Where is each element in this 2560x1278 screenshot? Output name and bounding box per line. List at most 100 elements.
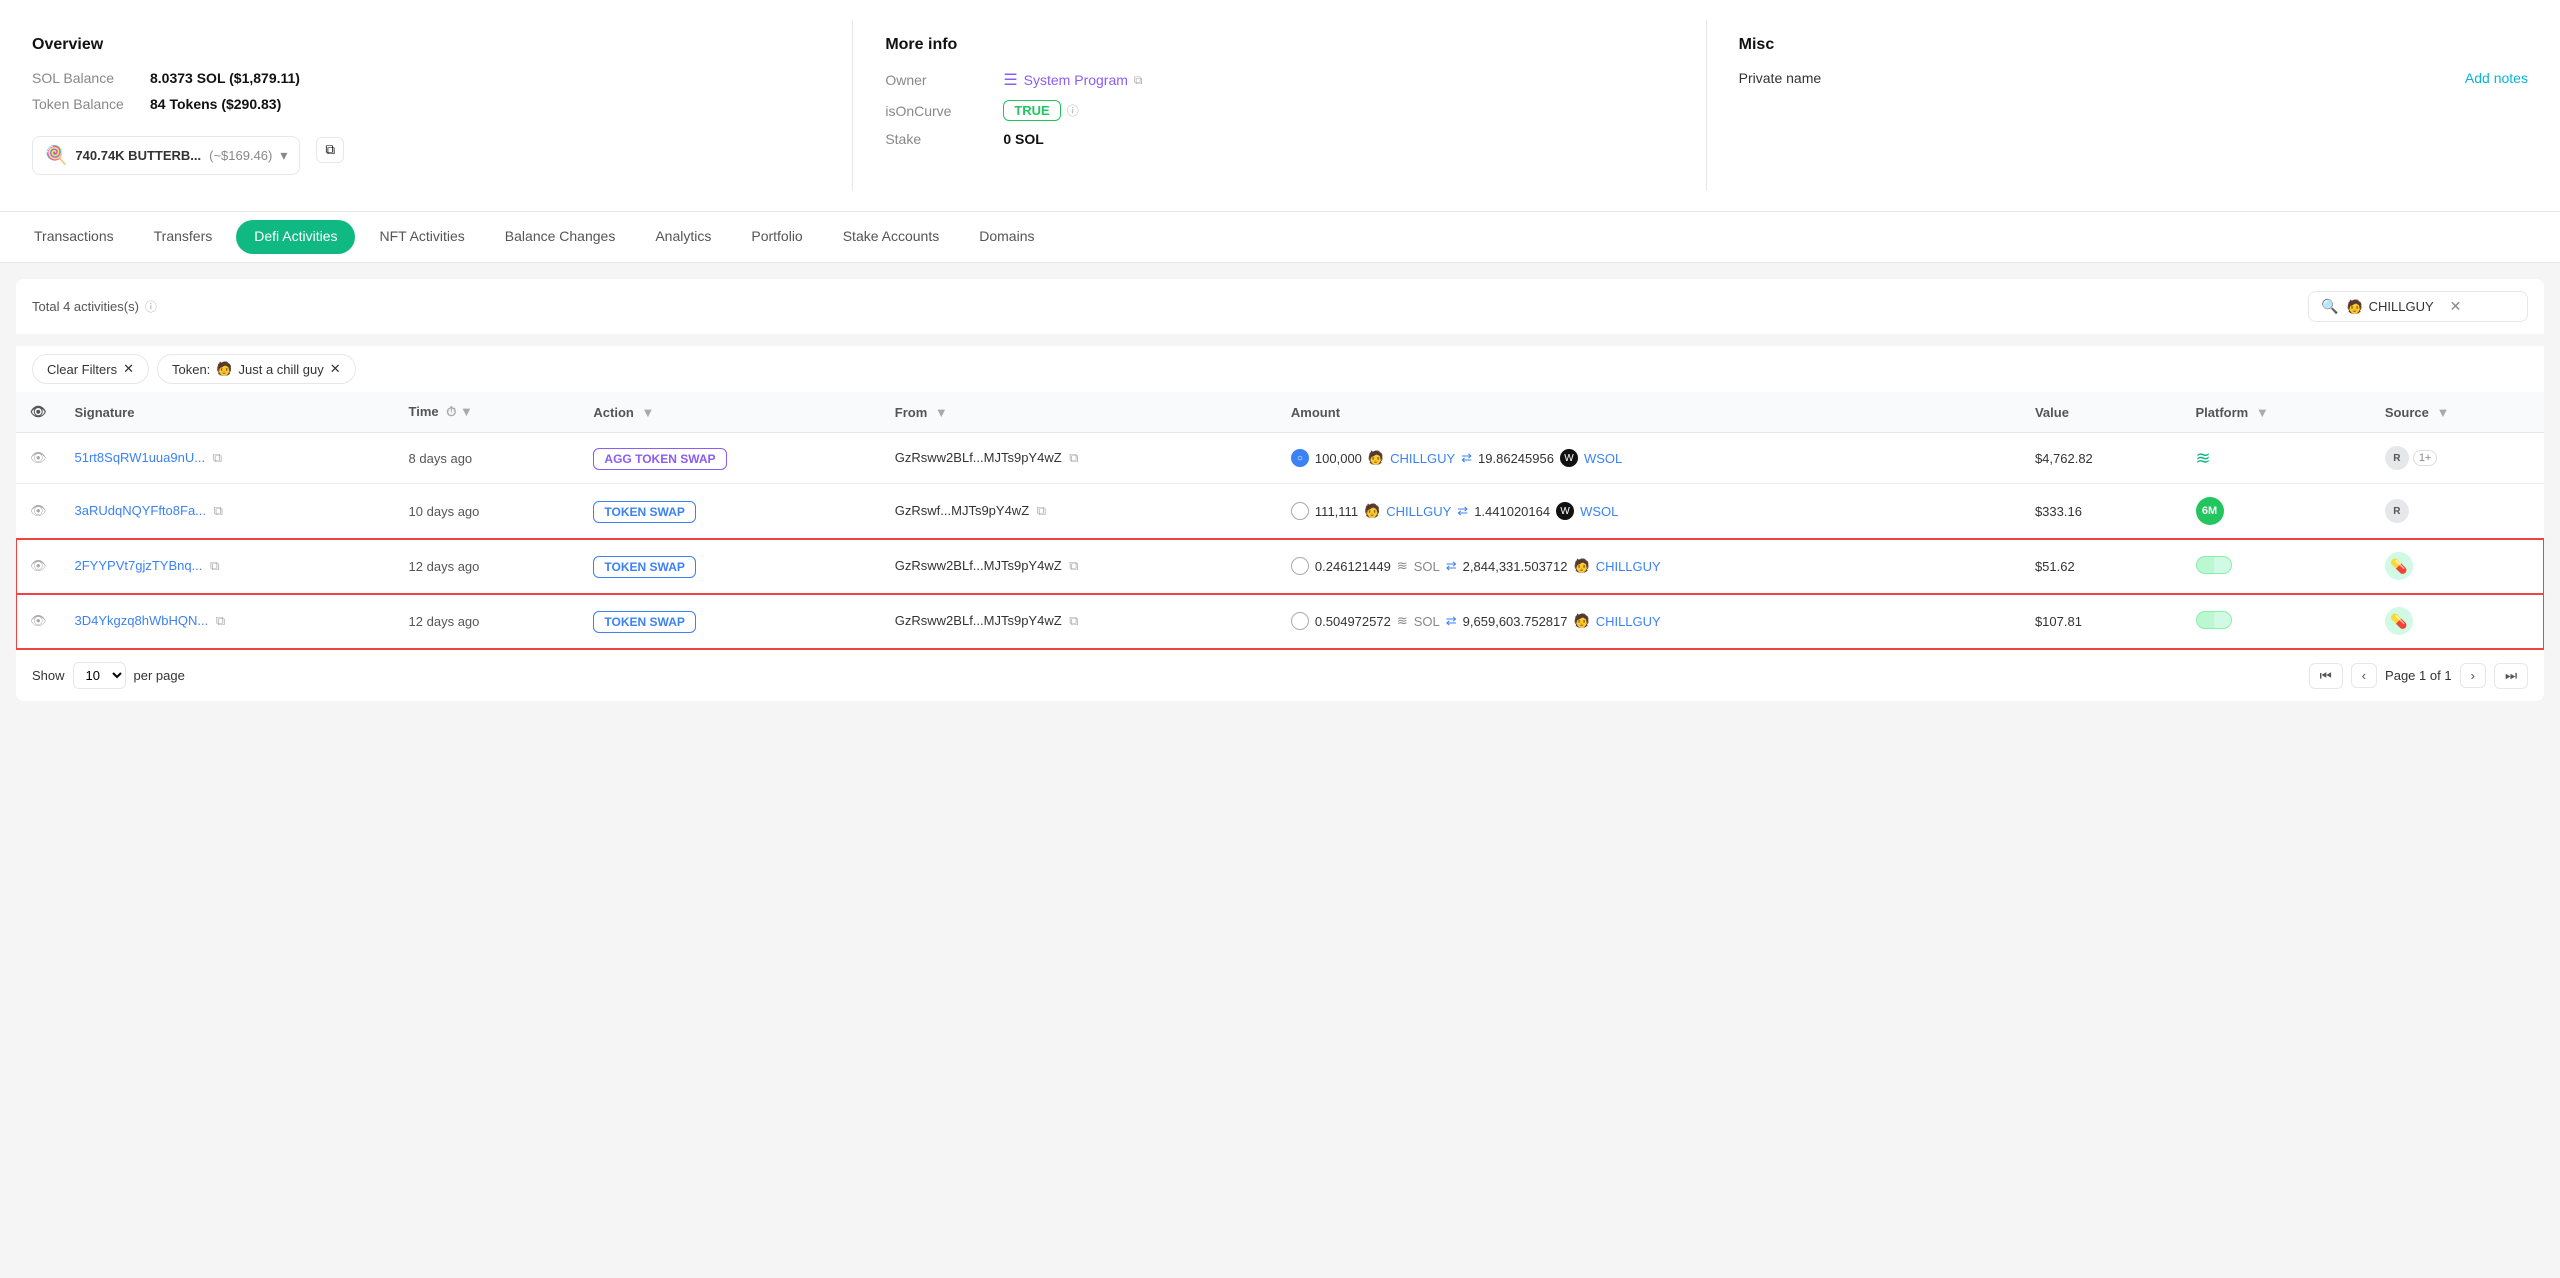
row-visibility-3[interactable]: 👁: [16, 539, 61, 594]
from-address-2: GzRswf...MJTs9pY4wZ: [895, 503, 1029, 518]
capsule-source-icon-4: 💊: [2385, 607, 2413, 635]
tab-balance-changes[interactable]: Balance Changes: [487, 214, 634, 260]
sol-balance-label: SOL Balance: [32, 70, 142, 86]
row-platform-3: [2182, 539, 2371, 594]
row-amount-2: 111,111 🧑 CHILLGUY ⇄ 1.441020164 W WSOL: [1277, 484, 2021, 539]
sol-label-3: SOL: [1414, 559, 1440, 574]
value-3: $51.62: [2035, 559, 2075, 574]
system-program-link[interactable]: System Program: [1024, 72, 1128, 88]
stake-label: Stake: [885, 131, 995, 147]
token-filter-emoji: 🧑: [216, 361, 232, 377]
chillguy-link-out-3[interactable]: CHILLGUY: [1596, 559, 1661, 574]
row-source-4: 💊: [2371, 594, 2544, 649]
tab-stake-accounts[interactable]: Stake Accounts: [825, 214, 958, 260]
source-filter-icon[interactable]: ▼: [2437, 405, 2450, 420]
tab-defi-activities[interactable]: Defi Activities: [236, 220, 355, 254]
amount-in-num-3: 0.246121449: [1315, 559, 1391, 574]
platform-filter-icon[interactable]: ▼: [2256, 405, 2269, 420]
tab-nft-activities[interactable]: NFT Activities: [361, 214, 482, 260]
add-notes-button[interactable]: Add notes: [2465, 70, 2528, 86]
amount-circle-icon-1: ○: [1291, 449, 1309, 467]
chillguy-link-out-4[interactable]: CHILLGUY: [1596, 614, 1661, 629]
value-2: $333.16: [2035, 504, 2082, 519]
time-filter-icon[interactable]: ⏱ ▼: [446, 404, 473, 419]
copy-system-program-button[interactable]: ⧉: [1134, 73, 1143, 88]
sig-copy-4[interactable]: ⧉: [216, 613, 225, 628]
row-platform-4: [2182, 594, 2371, 649]
signature-link-1[interactable]: 51rt8SqRW1uua9nU...: [75, 450, 206, 465]
amount-circle-icon-3: [1291, 557, 1309, 575]
row-visibility-1[interactable]: 👁: [16, 433, 61, 484]
more-info-panel: More info Owner ☰ System Program ⧉ isOnC…: [853, 20, 1706, 191]
signature-link-2[interactable]: 3aRUdqNQYFfto8Fa...: [75, 503, 207, 518]
from-address-1: GzRsww2BLf...MJTs9pY4wZ: [895, 450, 1062, 465]
row-amount-3: 0.246121449 ≋ SOL ⇄ 2,844,331.503712 🧑 C…: [1277, 539, 2021, 594]
row-visibility-4[interactable]: 👁: [16, 594, 61, 649]
from-copy-4[interactable]: ⧉: [1069, 613, 1078, 628]
signature-link-3[interactable]: 2FYYPVt7gjzTYBnq...: [75, 558, 203, 573]
tab-domains[interactable]: Domains: [961, 214, 1052, 260]
wsol-link-2[interactable]: WSOL: [1580, 504, 1618, 519]
clear-filters-button[interactable]: Clear Filters ✕: [32, 354, 149, 384]
token-selector[interactable]: 🍭 740.74K BUTTERB... (~$169.46) ▾: [32, 136, 300, 175]
first-page-button[interactable]: ⏮: [2309, 663, 2343, 689]
close-search-button[interactable]: ✕: [2450, 298, 2462, 315]
from-copy-1[interactable]: ⧉: [1069, 450, 1078, 465]
amount-out-num-2: 1.441020164: [1474, 504, 1550, 519]
sig-copy-3[interactable]: ⧉: [210, 558, 219, 573]
action-badge-1: AGG TOKEN SWAP: [593, 448, 726, 470]
chillguy-icon-out-4: 🧑: [1574, 613, 1590, 629]
from-copy-2[interactable]: ⧉: [1037, 503, 1046, 518]
overview-panel: Overview SOL Balance 8.0373 SOL ($1,879.…: [0, 20, 853, 191]
eye-icon: 👁: [30, 450, 47, 465]
last-page-button[interactable]: ⏭: [2494, 663, 2528, 689]
row-platform-1: ≋: [2182, 433, 2371, 484]
row-signature-2: 3aRUdqNQYFfto8Fa... ⧉: [61, 484, 395, 539]
main-content: Total 4 activities(s) ⓘ 🔍 🧑 CHILLGUY ✕ C…: [0, 263, 2560, 717]
row-time-2: 10 days ago: [395, 484, 580, 539]
sol-label-4: SOL: [1414, 614, 1440, 629]
owner-row: Owner ☰ System Program ⧉: [885, 70, 1673, 90]
chillguy-link-in-1[interactable]: CHILLGUY: [1390, 451, 1455, 466]
row-time-1: 8 days ago: [395, 433, 580, 484]
token-copy-button[interactable]: ⧉: [316, 137, 344, 163]
signature-link-4[interactable]: 3D4Ykgzq8hWbHQN...: [75, 613, 209, 628]
system-program-icon: ☰: [1003, 70, 1017, 90]
action-badge-3: TOKEN SWAP: [593, 556, 695, 578]
col-from: From ▼: [881, 392, 1277, 433]
amount-out-num-4: 9,659,603.752817: [1463, 614, 1568, 629]
source-plus-1: 1+: [2413, 450, 2438, 466]
value-1: $4,762.82: [2035, 451, 2093, 466]
from-copy-3[interactable]: ⧉: [1069, 558, 1078, 573]
tab-transfers[interactable]: Transfers: [136, 214, 231, 260]
table-row: 👁 3D4Ykgzq8hWbHQN... ⧉ 12 days ago TOKEN…: [16, 594, 2544, 649]
per-page-select[interactable]: 10 25 50: [73, 662, 126, 689]
prev-page-button[interactable]: ‹: [2351, 663, 2377, 688]
tab-transactions[interactable]: Transactions: [16, 214, 132, 260]
sig-copy-1[interactable]: ⧉: [213, 450, 222, 465]
row-from-3: GzRsww2BLf...MJTs9pY4wZ ⧉: [881, 539, 1277, 594]
isoncurve-row: isOnCurve TRUE ⓘ: [885, 100, 1673, 121]
action-badge-4: TOKEN SWAP: [593, 611, 695, 633]
col-amount: Amount: [1277, 392, 2021, 433]
wifi-platform-icon-1: ≋: [2196, 448, 2211, 468]
row-value-4: $107.81: [2021, 594, 2182, 649]
row-visibility-2[interactable]: 👁: [16, 484, 61, 539]
token-filter-button[interactable]: Token: 🧑 Just a chill guy ✕: [157, 354, 356, 384]
misc-panel: Misc Private name Add notes: [1707, 20, 2560, 191]
eye-header-icon: 👁: [30, 404, 47, 419]
action-filter-icon[interactable]: ▼: [641, 405, 654, 420]
token-usd: (~$169.46): [209, 148, 272, 163]
swap-icon-4: ⇄: [1446, 613, 1457, 629]
row-from-4: GzRsww2BLf...MJTs9pY4wZ ⧉: [881, 594, 1277, 649]
chillguy-link-in-2[interactable]: CHILLGUY: [1386, 504, 1451, 519]
from-filter-icon[interactable]: ▼: [935, 405, 948, 420]
filters-row: Clear Filters ✕ Token: 🧑 Just a chill gu…: [16, 346, 2544, 392]
tab-analytics[interactable]: Analytics: [637, 214, 729, 260]
sig-copy-2[interactable]: ⧉: [214, 503, 223, 518]
tabs-bar: Transactions Transfers Defi Activities N…: [0, 212, 2560, 263]
tab-portfolio[interactable]: Portfolio: [733, 214, 820, 260]
wsol-link-1[interactable]: WSOL: [1584, 451, 1622, 466]
row-signature-1: 51rt8SqRW1uua9nU... ⧉: [61, 433, 395, 484]
next-page-button[interactable]: ›: [2460, 663, 2486, 688]
